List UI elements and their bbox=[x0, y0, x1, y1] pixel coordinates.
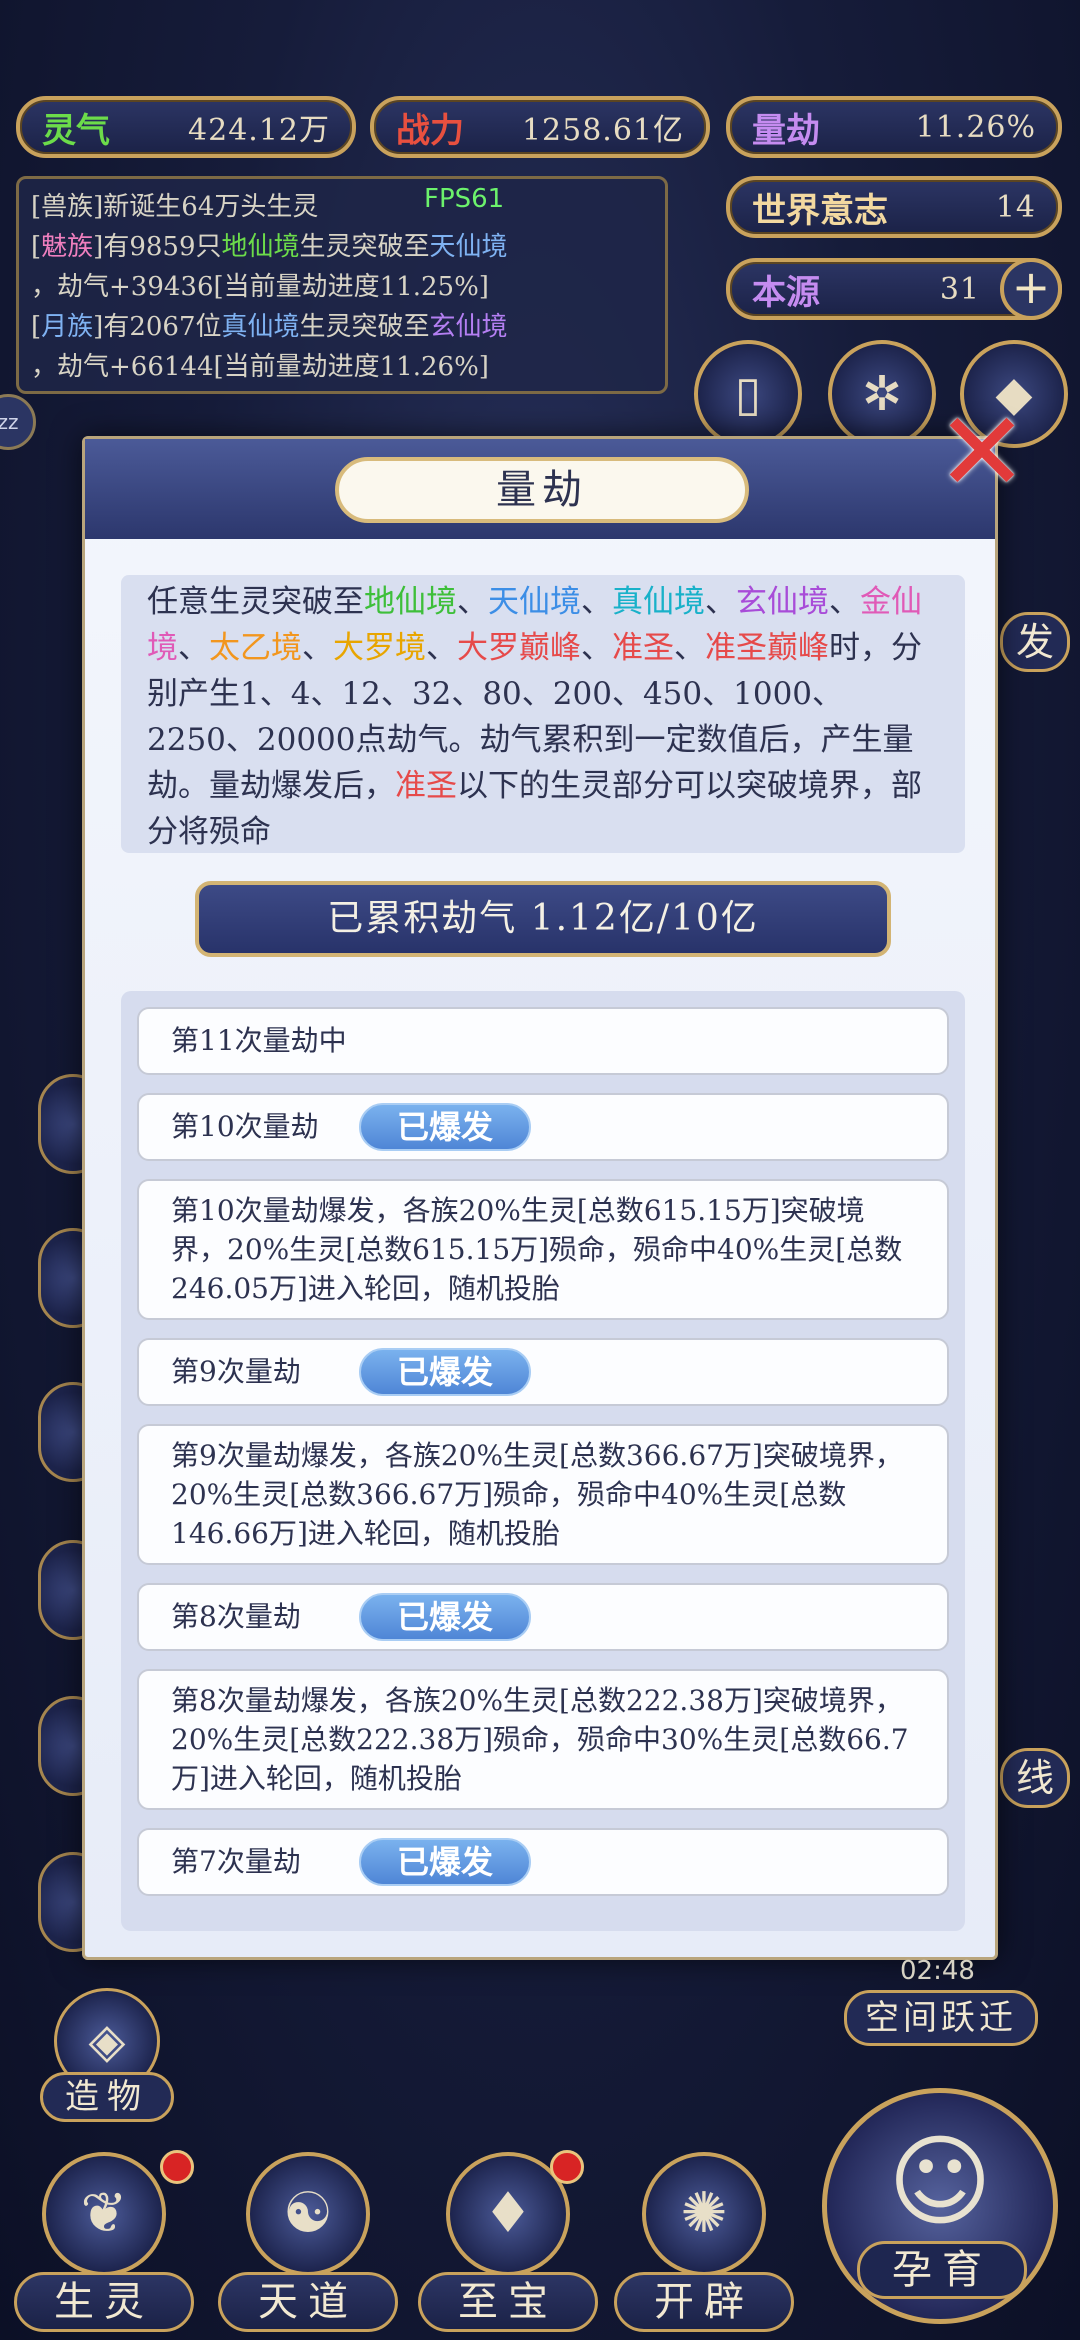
log-line: ，劫气+66144[当前量劫进度11.26%] bbox=[31, 352, 489, 382]
stat-benyuan-label: 本源 bbox=[752, 272, 820, 313]
stat-shijie-yizhi[interactable]: 世界意志 14 bbox=[726, 176, 1062, 238]
stat-benyuan[interactable]: 本源 31 + bbox=[726, 258, 1062, 320]
accumulated-jieqi: 已累积劫气 1.12亿/10亿 bbox=[195, 881, 891, 957]
stat-liangjie-label: 量劫 bbox=[752, 110, 820, 151]
stat-liangjie-value: 11.26% bbox=[915, 109, 1036, 145]
add-benyuan-button[interactable]: + bbox=[1000, 258, 1062, 320]
log-line: [月族]有2067位真仙境生灵突破至玄仙境 bbox=[31, 312, 508, 342]
list-item-detail: 第9次量劫爆发，各族20%生灵[总数366.67万]突破境界，20%生灵[总数3… bbox=[137, 1424, 949, 1565]
zaowu-label: 造物 bbox=[40, 2072, 174, 2122]
zaowu-button[interactable]: ◈ 造物 bbox=[40, 1988, 174, 2124]
nav-label: 开辟 bbox=[614, 2272, 794, 2332]
flower-icon: ❦ bbox=[42, 2152, 166, 2276]
list-item[interactable]: 第7次量劫 已爆发 bbox=[137, 1828, 949, 1896]
log-line: ，劫气+39436[当前量劫进度11.25%] bbox=[31, 272, 489, 302]
list-item[interactable]: 第8次量劫 已爆发 bbox=[137, 1583, 949, 1651]
stat-lingqi-value: 424.12万 bbox=[188, 113, 330, 148]
event-log: [兽族]新诞生64万头生灵 [魅族]有9859只地仙境生灵突破至天仙境 ，劫气+… bbox=[16, 176, 668, 394]
nav-label: 天道 bbox=[218, 2272, 398, 2332]
status-badge: 已爆发 bbox=[359, 1593, 531, 1641]
side-label-fa[interactable]: 发 bbox=[1000, 612, 1070, 672]
stat-benyuan-value: 31 bbox=[939, 271, 980, 307]
space-jump-button[interactable]: 空间跃迁 bbox=[844, 1990, 1038, 2046]
dialog-description: 任意生灵突破至地仙境、天仙境、真仙境、玄仙境、金仙境、太乙境、大罗境、大罗巅峰、… bbox=[121, 575, 965, 853]
stat-lingqi-label: 灵气 bbox=[42, 110, 110, 151]
embryo-icon: ☺ bbox=[887, 2123, 993, 2240]
dialog-title: 量劫 bbox=[335, 457, 749, 523]
stat-liangjie[interactable]: 量劫 11.26% bbox=[726, 96, 1062, 158]
swirl-icon: ☯ bbox=[246, 2152, 370, 2276]
list-item[interactable]: 第10次量劫 已爆发 bbox=[137, 1093, 949, 1161]
stat-zhanli-value: 1258.61亿 bbox=[521, 113, 684, 148]
close-icon[interactable]: ✕ bbox=[934, 397, 1030, 507]
status-badge: 已爆发 bbox=[359, 1103, 531, 1151]
jump-timer: 02:48 bbox=[900, 1956, 975, 1986]
sleep-icon[interactable]: zz bbox=[0, 394, 36, 450]
list-item[interactable]: 第9次量劫 已爆发 bbox=[137, 1338, 949, 1406]
stat-zhanli-label: 战力 bbox=[396, 110, 464, 151]
status-badge: 已爆发 bbox=[359, 1348, 531, 1396]
side-label-xian[interactable]: 线 bbox=[1000, 1748, 1070, 1808]
stat-shijie-yizhi-value: 14 bbox=[995, 189, 1036, 225]
stat-lingqi[interactable]: 灵气 424.12万 bbox=[16, 96, 356, 158]
liangjie-dialog: 量劫 任意生灵突破至地仙境、天仙境、真仙境、玄仙境、金仙境、太乙境、大罗境、大罗… bbox=[82, 436, 998, 1960]
log-line: [魅族]有9859只地仙境生灵突破至天仙境 bbox=[31, 232, 508, 262]
nav-label: 生灵 bbox=[14, 2272, 194, 2332]
yunyu-button[interactable]: ☺ 孕育 bbox=[822, 2088, 1058, 2324]
list-item-detail: 第8次量劫爆发，各族20%生灵[总数222.38万]突破境界，20%生灵[总数2… bbox=[137, 1669, 949, 1810]
notification-dot bbox=[550, 2150, 584, 2184]
notification-dot bbox=[160, 2150, 194, 2184]
list-item[interactable]: 第11次量劫中 bbox=[137, 1007, 949, 1075]
scroll-icon[interactable]: ▯ bbox=[694, 340, 802, 448]
sun-icon: ✺ bbox=[642, 2152, 766, 2276]
status-badge: 已爆发 bbox=[359, 1838, 531, 1886]
fps-counter: FPS61 bbox=[424, 184, 505, 214]
nav-kaipi[interactable]: ✺ 开辟 bbox=[614, 2152, 794, 2340]
vortex-icon[interactable]: ✲ bbox=[828, 340, 936, 448]
yunyu-label: 孕育 bbox=[857, 2241, 1027, 2299]
stat-zhanli[interactable]: 战力 1258.61亿 bbox=[370, 96, 710, 158]
log-line: [兽族]新诞生64万头生灵 bbox=[31, 192, 319, 222]
nav-tiandao[interactable]: ☯ 天道 bbox=[218, 2152, 398, 2340]
stat-shijie-yizhi-label: 世界意志 bbox=[752, 190, 888, 231]
liangjie-list[interactable]: 第11次量劫中 第10次量劫 已爆发 第10次量劫爆发，各族20%生灵[总数61… bbox=[121, 991, 965, 1931]
nav-label: 至宝 bbox=[418, 2272, 598, 2332]
list-item-detail: 第10次量劫爆发，各族20%生灵[总数615.15万]突破境界，20%生灵[总数… bbox=[137, 1179, 949, 1320]
